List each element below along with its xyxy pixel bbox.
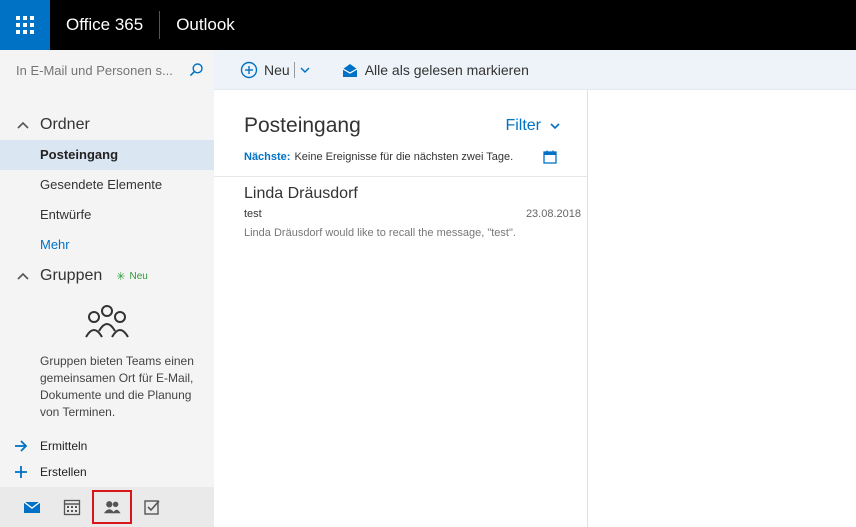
- folder-more-link[interactable]: Mehr: [0, 230, 214, 260]
- mark-all-read-button[interactable]: Alle als gelesen markieren: [341, 61, 529, 79]
- module-switcher: [0, 487, 214, 527]
- calendar-icon: [63, 499, 81, 516]
- people-icon: [103, 501, 121, 514]
- plus-circle-icon: [240, 61, 258, 78]
- create-group-label: Erstellen: [40, 465, 87, 479]
- app-launcher-button[interactable]: [0, 0, 50, 50]
- discover-groups-label: Ermitteln: [40, 439, 88, 453]
- mark-all-read-label: Alle als gelesen markieren: [364, 61, 529, 78]
- chevron-down-icon[interactable]: [299, 64, 311, 76]
- chevron-down-icon: [550, 123, 560, 130]
- chevron-up-icon: [17, 272, 29, 280]
- message-list: Posteingang Filter Nächste: Keine Ereign…: [214, 90, 588, 527]
- groups-section-title: Gruppen: [40, 267, 103, 284]
- tasks-icon: [144, 500, 160, 515]
- folder-inbox[interactable]: Posteingang: [0, 140, 214, 170]
- new-message-button[interactable]: Neu: [240, 61, 311, 79]
- search-input[interactable]: [16, 62, 184, 78]
- new-message-label: Neu: [264, 61, 290, 78]
- plus-icon: [15, 466, 27, 478]
- app-name[interactable]: Outlook: [160, 15, 251, 35]
- upcoming-label: Nächste:: [244, 151, 291, 163]
- folder-drafts[interactable]: Entwürfe: [0, 200, 214, 230]
- sparkle-icon: ✳: [116, 270, 126, 283]
- groups-description: Gruppen bieten Teams einen gemeinsamen O…: [40, 354, 194, 419]
- split-divider: [293, 61, 295, 78]
- folder-pane: Ordner Posteingang Gesendete Elemente En…: [0, 50, 214, 527]
- message-preview: Linda Dräusdorf would like to recall the…: [244, 227, 516, 239]
- waffle-icon: [16, 16, 34, 34]
- nav-mail-button[interactable]: [12, 489, 52, 525]
- upcoming-text: Keine Ereignisse für die nächsten zwei T…: [294, 151, 514, 163]
- calendar-icon[interactable]: [543, 150, 557, 164]
- groups-actions: Ermitteln Erstellen: [0, 433, 214, 485]
- nav-people-button[interactable]: [92, 490, 132, 524]
- new-badge-label: Neu: [129, 270, 148, 282]
- envelope-open-icon: [342, 63, 357, 77]
- groups-icon: [85, 305, 129, 338]
- top-bar: Office 365 Outlook: [0, 0, 856, 50]
- search-box: [0, 50, 214, 90]
- chevron-up-icon: [17, 121, 29, 129]
- message-list-header: Posteingang Filter: [214, 112, 587, 140]
- upcoming-events-row: Nächste: Keine Ereignisse für die nächst…: [214, 148, 587, 166]
- reading-pane: [589, 90, 856, 527]
- message-date: 23.08.2018: [525, 208, 581, 220]
- folders-section-title: Ordner: [40, 116, 90, 133]
- message-subject: test: [244, 208, 262, 220]
- new-badge: ✳ Neu: [116, 270, 148, 283]
- brand-link[interactable]: Office 365: [50, 15, 159, 35]
- folder-sent[interactable]: Gesendete Elemente: [0, 170, 214, 200]
- discover-groups-link[interactable]: Ermitteln: [0, 433, 214, 459]
- create-group-link[interactable]: Erstellen: [0, 459, 214, 485]
- arrow-right-icon: [15, 440, 28, 452]
- list-item[interactable]: Linda Dräusdorf test 23.08.2018 Linda Dr…: [214, 177, 587, 239]
- message-meta: test 23.08.2018: [244, 208, 581, 220]
- command-bar: Neu Alle als gelesen markieren: [214, 50, 856, 90]
- nav-tasks-button[interactable]: [132, 489, 172, 525]
- search-icon[interactable]: [188, 60, 204, 80]
- filter-label: Filter: [505, 117, 541, 134]
- page-title: Posteingang: [244, 114, 361, 137]
- mail-icon: [23, 501, 41, 513]
- folders-section-header[interactable]: Ordner: [0, 110, 214, 140]
- groups-section-header[interactable]: Gruppen ✳ Neu: [0, 261, 214, 291]
- nav-calendar-button[interactable]: [52, 489, 92, 525]
- message-sender: Linda Dräusdorf: [244, 185, 358, 202]
- filter-button[interactable]: Filter: [505, 117, 561, 135]
